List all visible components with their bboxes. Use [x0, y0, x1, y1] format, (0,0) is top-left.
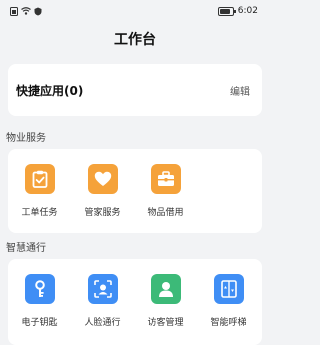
shield-icon [34, 7, 42, 15]
tile-label: 人脸通行 [84, 318, 121, 328]
toolbox-icon [150, 164, 181, 194]
tile-label: 电子钥匙 [21, 318, 58, 328]
property-services-card: 工单任务 管家服务 物品借用 [8, 149, 262, 233]
tile-butler-service[interactable]: 管家服务 [71, 164, 134, 218]
smart-access-card: 电子钥匙 人脸通行 访客管理 智能呼梯 [8, 259, 262, 345]
face-scan-icon [87, 274, 118, 304]
tile-label: 管家服务 [84, 208, 121, 218]
tile-item-borrow[interactable]: 物品借用 [134, 164, 197, 218]
tile-label: 访客管理 [147, 318, 184, 328]
edit-button[interactable]: 编辑 [230, 83, 250, 98]
tile-smart-elevator[interactable]: 智能呼梯 [197, 274, 260, 328]
elevator-icon [213, 274, 244, 304]
tile-label: 工单任务 [21, 208, 58, 218]
section-title-smart-access: 智慧通行 [6, 242, 46, 254]
status-bar: 6:02 [0, 0, 270, 22]
battery-icon [217, 6, 236, 16]
quick-apps-card: 快捷应用(0) 编辑 [8, 64, 262, 116]
heart-icon [87, 164, 118, 194]
key-icon [24, 274, 55, 304]
tile-face-access[interactable]: 人脸通行 [71, 274, 134, 328]
tile-label: 智能呼梯 [210, 318, 247, 328]
clipboard-check-icon [24, 164, 55, 194]
status-time: 6:02 [237, 6, 258, 16]
visitor-icon [150, 274, 181, 304]
tile-e-key[interactable]: 电子钥匙 [8, 274, 71, 328]
status-icons-left [10, 6, 42, 16]
tile-visitor-management[interactable]: 访客管理 [134, 274, 197, 328]
tile-work-order[interactable]: 工单任务 [8, 164, 71, 218]
sim-icon [10, 6, 18, 16]
section-title-property: 物业服务 [6, 132, 46, 144]
page-title: 工作台 [114, 32, 156, 48]
tile-label: 物品借用 [147, 208, 184, 218]
quick-apps-title: 快捷应用(0) [16, 83, 84, 98]
wifi-icon [21, 7, 31, 15]
